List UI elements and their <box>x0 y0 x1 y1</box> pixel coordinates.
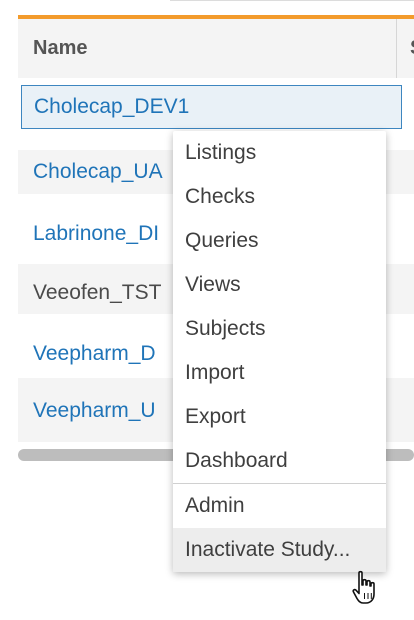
study-name-link[interactable]: Cholecap_UA <box>33 150 163 194</box>
menu-item-dashboard[interactable]: Dashboard <box>173 439 386 483</box>
menu-item-import[interactable]: Import <box>173 351 386 395</box>
study-name-text: Veeofen_TST <box>33 281 162 304</box>
table-row[interactable]: Cholecap_DEV1 <box>21 85 402 129</box>
menu-item-admin[interactable]: Admin <box>173 484 386 528</box>
column-header-second[interactable]: S <box>410 19 414 78</box>
menu-item-export[interactable]: Export <box>173 395 386 439</box>
menu-item-checks[interactable]: Checks <box>173 175 386 219</box>
study-list-screen: Name S Cholecap_DEV1 Cholecap_UA Labrino… <box>0 0 414 620</box>
column-header-name[interactable]: Name <box>33 19 87 78</box>
column-divider[interactable] <box>396 19 397 78</box>
hand-pointer-icon <box>350 570 386 608</box>
context-menu: Listings Checks Queries Views Subjects I… <box>173 131 386 572</box>
menu-item-listings[interactable]: Listings <box>173 131 386 175</box>
menu-item-inactivate-study[interactable]: Inactivate Study... <box>173 528 386 572</box>
study-name-link[interactable]: Veepharm_D <box>33 332 156 376</box>
study-name-link[interactable]: Labrinone_DI <box>33 212 159 256</box>
top-divider-line <box>170 0 414 1</box>
table-header: Name S <box>18 19 414 78</box>
study-name-link[interactable]: Veepharm_U <box>33 378 156 444</box>
study-name-link[interactable]: Cholecap_DEV1 <box>34 86 189 128</box>
menu-item-queries[interactable]: Queries <box>173 219 386 263</box>
menu-item-subjects[interactable]: Subjects <box>173 307 386 351</box>
menu-item-views[interactable]: Views <box>173 263 386 307</box>
